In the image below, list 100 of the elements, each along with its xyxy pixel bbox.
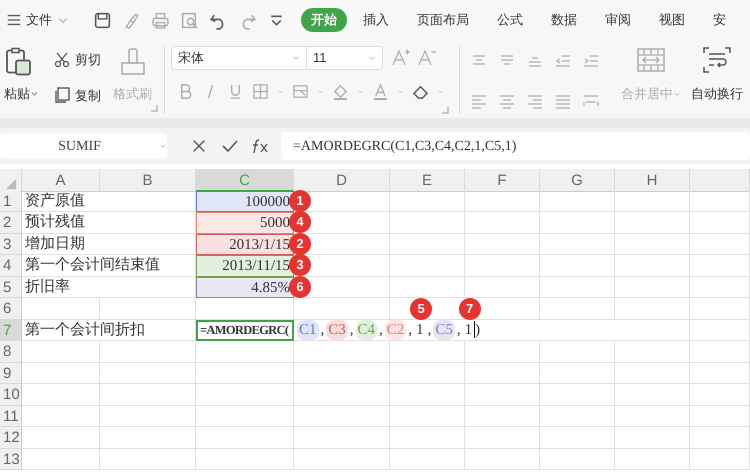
row-header[interactable]: 11 — [0, 406, 22, 427]
column-header[interactable]: B — [100, 169, 196, 192]
table-cell: 增加日期 — [22, 234, 196, 255]
caret-icon[interactable] — [357, 88, 364, 95]
active-cell[interactable]: =AMORDEGRC( — [196, 320, 294, 341]
caret-icon — [292, 54, 300, 62]
row-header[interactable]: 6 — [0, 298, 22, 320]
number-badge: 5 — [410, 298, 432, 320]
row-header[interactable]: 9 — [0, 362, 22, 384]
row-header[interactable]: 4 — [0, 255, 22, 276]
column-header[interactable]: E — [390, 169, 465, 192]
cell-reference: C5 — [433, 320, 455, 340]
formula-field[interactable]: =AMORDEGRC(C1,C3,C4,C2,1,C5,1) — [281, 132, 750, 160]
file-menu[interactable]: 文件 — [6, 10, 70, 30]
column-header[interactable]: A — [22, 169, 100, 192]
row-header[interactable]: 2 — [0, 212, 22, 234]
paste-button[interactable]: 粘贴 — [4, 84, 39, 104]
ribbon-tab[interactable]: 开始 — [301, 8, 347, 32]
empty-cell — [690, 255, 750, 276]
formula-text: , — [408, 320, 412, 340]
empty-cell — [690, 234, 750, 255]
number-badge: 2 — [289, 232, 311, 254]
paste-icon[interactable] — [4, 46, 34, 77]
print-preview-icon[interactable] — [180, 10, 199, 30]
save-icon[interactable] — [93, 10, 112, 30]
fill-color-icon[interactable] — [332, 83, 349, 100]
formula-text: 1 — [464, 320, 472, 340]
table-cell: 第一个会计间结束值 — [22, 255, 196, 276]
ribbon-tab[interactable]: 公式 — [487, 8, 533, 32]
row-header[interactable]: 13 — [0, 448, 22, 470]
column-header[interactable] — [690, 169, 750, 192]
column-header[interactable]: G — [540, 169, 615, 192]
copy-button[interactable]: 复制 — [53, 86, 101, 105]
ribbon-tab[interactable]: 安 — [703, 8, 736, 32]
table-cell: 第一个会计间折扣 — [22, 320, 196, 341]
empty-cell — [690, 320, 750, 341]
ribbon-tab[interactable]: 页面布局 — [407, 8, 479, 32]
wrap-text-button[interactable]: 自动换行 — [691, 84, 743, 104]
text-cursor — [474, 321, 476, 338]
row-header[interactable]: 1 — [0, 190, 22, 212]
row-header[interactable]: 8 — [0, 341, 22, 362]
column-header[interactable]: D — [294, 169, 390, 192]
name-box[interactable]: SUMIF — [0, 133, 167, 159]
empty-cell — [690, 362, 750, 384]
merge-cells-icon[interactable] — [636, 46, 666, 74]
cut-button[interactable]: 剪切 — [53, 50, 101, 70]
empty-cell — [690, 384, 750, 406]
font-color-icon[interactable] — [372, 83, 389, 100]
empty-cell — [690, 406, 750, 427]
font-size-field[interactable]: 11 — [307, 46, 383, 70]
caret-icon — [368, 54, 376, 62]
ribbon-tab[interactable]: 插入 — [353, 8, 399, 32]
table-cell: 折旧率 — [22, 276, 196, 298]
empty-cell — [690, 448, 750, 470]
menu-icon — [6, 12, 22, 28]
formula-text: ) — [475, 320, 480, 340]
row-header[interactable]: 12 — [0, 427, 22, 448]
cell-reference: C4 — [356, 320, 378, 340]
dialog-launcher-icon[interactable] — [441, 106, 449, 114]
column-header[interactable]: F — [465, 169, 540, 192]
empty-cell — [690, 298, 750, 320]
empty-cell — [690, 427, 750, 448]
dialog-launcher-icon[interactable] — [150, 104, 158, 112]
empty-cell — [690, 212, 750, 234]
empty-cell — [690, 276, 750, 298]
empty-cell — [690, 190, 750, 212]
number-badge: 7 — [458, 298, 481, 320]
cancel-icon[interactable] — [191, 138, 207, 154]
number-badge: 4 — [289, 211, 311, 233]
cell-style-icon[interactable] — [292, 83, 309, 100]
caret-icon[interactable] — [277, 88, 284, 95]
empty-cell — [690, 341, 750, 362]
ribbon-tab[interactable]: 数据 — [541, 8, 587, 32]
column-header[interactable]: H — [615, 169, 690, 192]
formula-text: , — [320, 320, 324, 340]
ribbon-tab[interactable]: 审阅 — [595, 8, 641, 32]
formula-text: , — [350, 320, 354, 340]
cell-reference: C1 — [297, 320, 319, 340]
caret-icon[interactable] — [437, 88, 444, 95]
table-cell: 资产原值 — [22, 190, 196, 212]
eraser-icon[interactable] — [412, 83, 429, 100]
copy-icon — [53, 86, 71, 104]
print-icon[interactable] — [151, 10, 170, 30]
formula-text: , — [379, 320, 383, 340]
number-badge: 3 — [289, 254, 311, 276]
cell-reference: C2 — [384, 320, 406, 340]
font-name-field[interactable]: 宋体 — [171, 46, 307, 70]
row-header[interactable]: 10 — [0, 384, 22, 406]
decrease-font-icon[interactable] — [417, 48, 437, 68]
row-header[interactable]: 5 — [0, 276, 22, 298]
number-badge: 6 — [289, 276, 311, 298]
formula-text: , — [456, 320, 461, 340]
row-header[interactable]: 3 — [0, 234, 22, 255]
wrap-text-icon[interactable] — [702, 46, 732, 74]
increase-font-icon[interactable] — [391, 48, 411, 68]
ribbon-tab[interactable]: 视图 — [649, 8, 695, 32]
borders-icon[interactable] — [252, 83, 269, 100]
caret-icon[interactable] — [397, 88, 404, 95]
caret-icon[interactable] — [317, 88, 324, 95]
scissors-icon — [53, 50, 71, 69]
